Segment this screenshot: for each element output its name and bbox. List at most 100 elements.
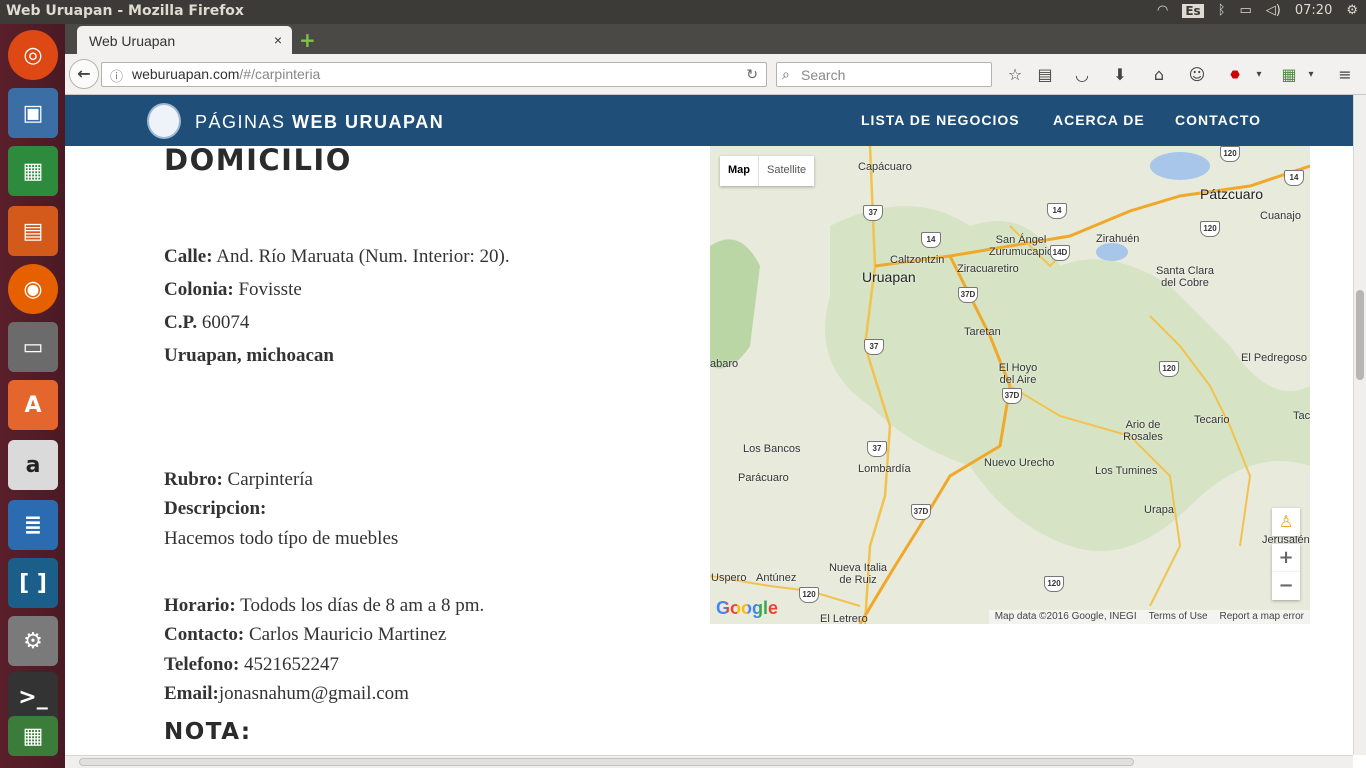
close-tab-icon[interactable]: ×: [274, 32, 282, 48]
vertical-scrollbar[interactable]: [1353, 95, 1366, 755]
system-top-panel: Web Uruapan - Mozilla Firefox ◠ Es ᛒ ▭ ◁…: [0, 0, 1366, 24]
amazon-icon[interactable]: a: [8, 440, 58, 490]
software-center-icon[interactable]: A: [8, 380, 58, 430]
horario-line: Horario: Todods los días de 8 am a 8 pm.: [164, 595, 484, 617]
tab-web-uruapan[interactable]: Web Uruapan ×: [77, 26, 292, 54]
window-title: Web Uruapan - Mozilla Firefox: [6, 3, 244, 19]
contacto-line: Contacto: Carlos Mauricio Martinez: [164, 624, 446, 646]
street-view-pegman-icon[interactable]: ♙: [1272, 508, 1300, 536]
libreoffice-writer-icon[interactable]: ≣: [8, 500, 58, 550]
vertical-scrollbar-thumb[interactable]: [1356, 290, 1364, 380]
pocket-icon[interactable]: ◡: [1072, 65, 1092, 85]
zoom-out-button[interactable]: −: [1272, 572, 1300, 600]
menu-hamburger-icon[interactable]: ≡: [1335, 65, 1355, 85]
city-value: Uruapan, michoacan: [164, 345, 334, 366]
volume-icon[interactable]: ◁): [1266, 3, 1281, 18]
horizontal-scrollbar[interactable]: [65, 755, 1353, 768]
extension-icon[interactable]: ▦: [1279, 65, 1299, 85]
map-place-label: Zirahuén: [1096, 233, 1140, 245]
tab-bar: Web Uruapan × +: [65, 24, 1366, 54]
map-place-label: Nuevo Urecho: [984, 457, 1055, 469]
google-map[interactable]: Map Satellite Capácuaro Pátzcuaro Cuanaj…: [710, 146, 1310, 624]
highway-shield: 37: [864, 339, 884, 355]
site-brand[interactable]: PÁGINAS WEB URUAPAN: [195, 112, 444, 133]
search-bar[interactable]: ⌕ Search: [776, 62, 992, 87]
url-path: /#/carpinteria: [239, 66, 321, 82]
map-type-satellite-button[interactable]: Satellite: [759, 156, 814, 186]
map-place-label: El Hoyo del Aire: [998, 362, 1038, 386]
map-place-label: Parácuaro: [738, 472, 789, 484]
horizontal-scrollbar-thumb[interactable]: [79, 758, 1134, 766]
ubuntu-dash-icon[interactable]: ◎: [8, 30, 58, 80]
brand-light-text: PÁGINAS: [195, 112, 293, 132]
home-icon[interactable]: ⌂: [1149, 65, 1169, 85]
chat-icon[interactable]: ☺: [1187, 65, 1207, 85]
back-button[interactable]: ←: [69, 59, 99, 89]
terminal-icon[interactable]: >_: [8, 672, 58, 722]
site-info-icon[interactable]: ⓘ: [110, 66, 123, 85]
workspace-switcher-icon[interactable]: ▦: [8, 716, 58, 756]
calle-label: Calle:: [164, 246, 213, 267]
libreoffice-impress-icon[interactable]: ▤: [8, 206, 58, 256]
cp-label: C.P.: [164, 312, 198, 333]
firefox-icon[interactable]: ◉: [8, 264, 58, 314]
system-settings-icon[interactable]: ⚙: [8, 616, 58, 666]
unity-launcher: ◎ ▣ ▦ ▤ ◉ ▭ A a ≣ [ ] ⚙ >_ ▦: [0, 24, 65, 768]
map-place-label: Pátzcuaro: [1200, 186, 1264, 202]
reading-list-icon[interactable]: ▤: [1035, 65, 1055, 85]
nav-acerca-de[interactable]: ACERCA DE: [1053, 112, 1145, 128]
bluetooth-icon[interactable]: ᛒ: [1218, 3, 1226, 18]
highway-shield: 37D: [1002, 388, 1022, 404]
wifi-icon[interactable]: ◠: [1157, 3, 1168, 18]
url-domain: weburuapan.com: [132, 66, 240, 82]
highway-shield: 37D: [911, 504, 931, 520]
virtualbox-icon[interactable]: ▣: [8, 88, 58, 138]
map-place-label: Tecario: [1194, 414, 1230, 426]
power-gear-icon[interactable]: ⚙: [1346, 3, 1358, 18]
map-place-label: Tac: [1293, 410, 1310, 422]
battery-icon[interactable]: ▭: [1240, 3, 1252, 18]
bookmark-star-icon[interactable]: ☆: [1005, 65, 1025, 85]
terms-of-use-link[interactable]: Terms of Use: [1149, 611, 1208, 623]
horario-value: Todods los días de 8 am a 8 pm.: [235, 595, 485, 616]
email-value[interactable]: jonasnahum@gmail.com: [219, 683, 409, 704]
highway-shield: 120: [799, 587, 819, 603]
horario-label: Horario:: [164, 595, 236, 616]
colonia-value: Fovisste: [233, 279, 302, 300]
reload-icon[interactable]: ↻: [746, 66, 758, 83]
search-placeholder: Search: [801, 67, 846, 83]
cp-line: C.P. 60074: [164, 312, 249, 334]
extension-dropdown-icon[interactable]: ▾: [1301, 65, 1321, 85]
map-place-label: Caltzontzin: [890, 254, 945, 266]
map-place-label: Urapa: [1144, 504, 1174, 516]
adblock-dropdown-icon[interactable]: ▾: [1249, 65, 1269, 85]
map-place-label: Ziracuaretiro: [957, 263, 1019, 275]
url-bar[interactable]: ⓘ weburuapan.com/#/carpinteria ↻: [101, 62, 767, 87]
libreoffice-calc-icon[interactable]: ▦: [8, 146, 58, 196]
map-place-label: Los Bancos: [743, 443, 801, 455]
site-logo[interactable]: [147, 103, 181, 139]
download-icon[interactable]: ⬇: [1110, 65, 1130, 85]
map-place-label: abaro: [710, 358, 739, 370]
report-map-error-link[interactable]: Report a map error: [1220, 611, 1304, 623]
map-type-map-button[interactable]: Map: [720, 156, 759, 186]
rubro-value: Carpintería: [222, 469, 313, 490]
new-tab-button[interactable]: +: [299, 28, 316, 52]
adblock-plus-icon[interactable]: ⬣: [1225, 65, 1245, 85]
clock[interactable]: 07:20: [1295, 3, 1332, 18]
highway-shield: 37D: [958, 287, 978, 303]
files-icon[interactable]: ▭: [8, 322, 58, 372]
descripcion-line: Descripcion:: [164, 498, 266, 520]
brackets-editor-icon[interactable]: [ ]: [8, 558, 58, 608]
keyboard-layout-indicator[interactable]: Es: [1182, 3, 1204, 18]
highway-shield: 120: [1200, 221, 1220, 237]
tab-title: Web Uruapan: [89, 33, 176, 49]
nav-contacto[interactable]: CONTACTO: [1175, 112, 1261, 128]
highway-shield: 14: [921, 232, 941, 248]
map-data-credit: Map data ©2016 Google, INEGI: [994, 611, 1137, 622]
site-header: PÁGINAS WEB URUAPAN LISTA DE NEGOCIOS AC…: [65, 95, 1353, 146]
highway-shield: 120: [1044, 576, 1064, 592]
zoom-in-button[interactable]: +: [1272, 544, 1300, 572]
nav-lista-de-negocios[interactable]: LISTA DE NEGOCIOS: [861, 112, 1020, 128]
highway-shield: 14: [1047, 203, 1067, 219]
